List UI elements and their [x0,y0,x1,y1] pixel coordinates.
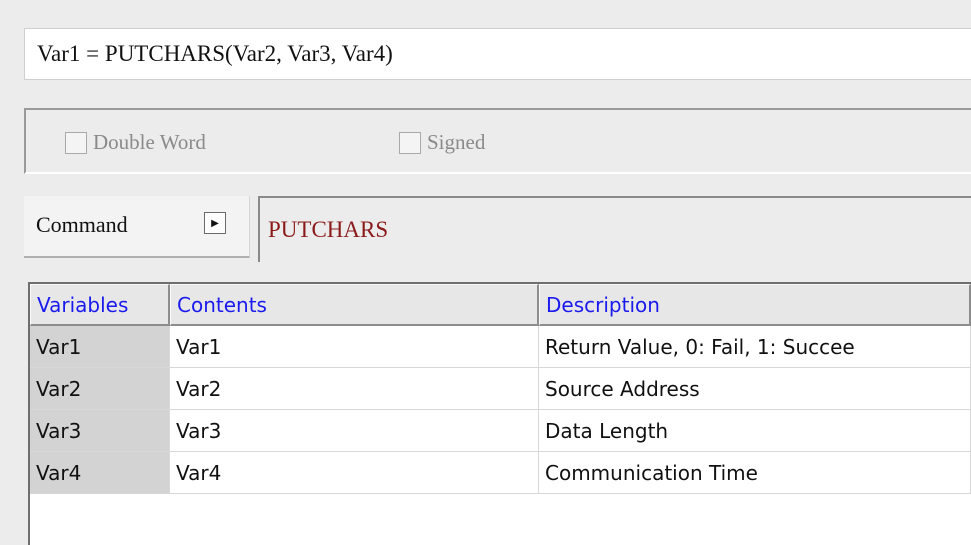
column-header-contents[interactable]: Contents [170,284,539,326]
table-row[interactable]: Var4 Var4 Communication Time [30,452,971,494]
triangle-right-icon[interactable]: ▶ [204,212,226,234]
description-cell: Data Length [539,410,971,452]
checkbox-box[interactable] [65,131,87,154]
contents-cell[interactable]: Var2 [170,368,539,410]
double-word-label: Double Word [93,130,206,154]
table-header-row: Variables Contents Description [30,284,971,326]
table-row[interactable]: Var1 Var1 Return Value, 0: Fail, 1: Succ… [30,326,971,368]
command-label: Command [36,212,128,237]
description-cell: Return Value, 0: Fail, 1: Succee [539,326,971,368]
column-header-variables[interactable]: Variables [30,284,170,326]
contents-cell[interactable]: Var1 [170,326,539,368]
variable-cell: Var4 [30,452,170,494]
formula-display: Var1 = PUTCHARS(Var2, Var3, Var4) [24,28,971,80]
description-cell: Communication Time [539,452,971,494]
column-header-description[interactable]: Description [539,284,971,326]
options-groupbox: Double Word Signed [24,108,971,174]
signed-label: Signed [427,130,486,154]
variable-cell: Var3 [30,410,170,452]
double-word-checkbox[interactable]: Double Word [65,130,206,155]
table-row[interactable]: Var2 Var2 Source Address [30,368,971,410]
contents-cell[interactable]: Var4 [170,452,539,494]
variable-cell: Var2 [30,368,170,410]
variables-table: Variables Contents Description Var1 Var1… [28,282,971,545]
signed-checkbox[interactable]: Signed [399,130,485,155]
description-cell: Source Address [539,368,971,410]
checkbox-box[interactable] [399,131,421,154]
command-label-panel: Command ▶ [24,196,250,258]
contents-cell[interactable]: Var3 [170,410,539,452]
variable-cell: Var1 [30,326,170,368]
table-row[interactable]: Var3 Var3 Data Length [30,410,971,452]
command-value-field[interactable]: PUTCHARS [258,196,971,262]
